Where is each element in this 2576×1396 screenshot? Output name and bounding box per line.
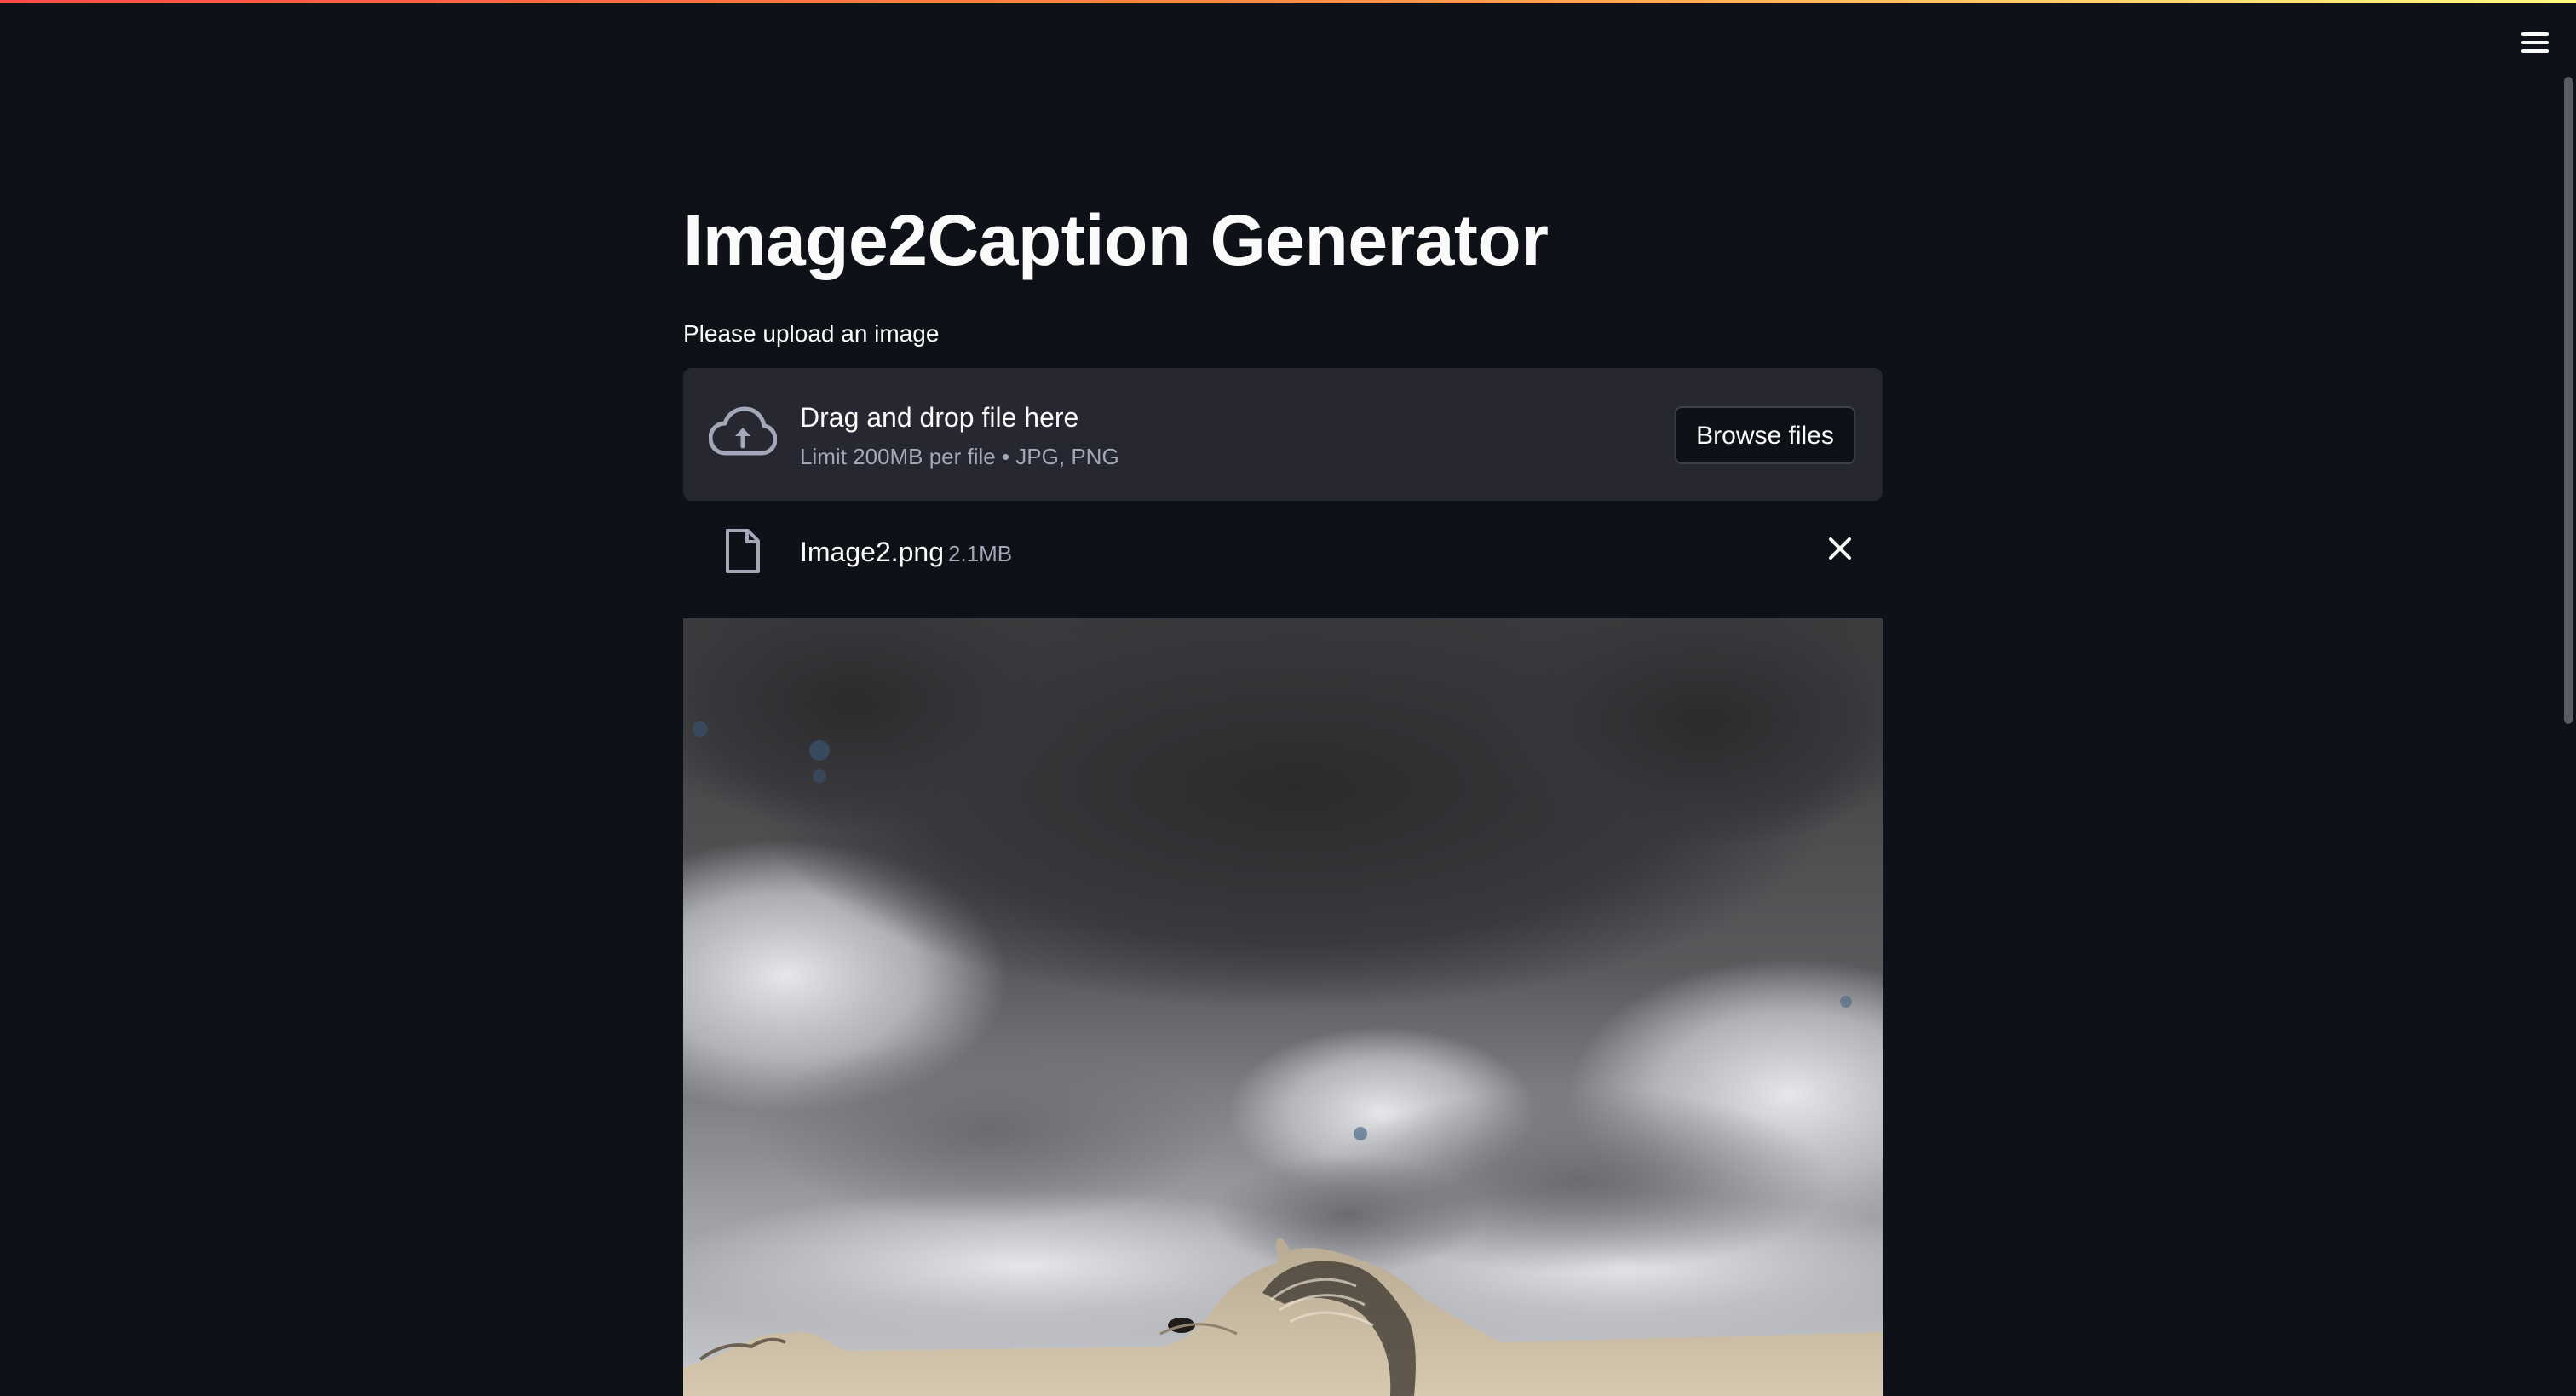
uploaded-image-preview — [683, 618, 1883, 1396]
scrollbar-thumb[interactable] — [2564, 77, 2573, 724]
uploaded-file-size: 2.1MB — [948, 541, 1013, 566]
uploaded-image — [683, 618, 1883, 1396]
dropzone-instructions: Limit 200MB per file • JPG, PNG — [800, 444, 1119, 469]
menu-line — [2521, 32, 2549, 36]
file-icon — [726, 529, 760, 573]
uploaded-file-name: Image2.png — [800, 537, 945, 567]
menu-line — [2521, 41, 2549, 44]
uploaded-file-row: Image2.png 2.1MB — [683, 511, 1883, 593]
file-dropzone[interactable]: Drag and drop file here Limit 200MB per … — [683, 368, 1883, 501]
file-uploader-label: Please upload an image — [683, 320, 940, 347]
menu-line — [2521, 49, 2549, 53]
dropzone-title: Drag and drop file here — [800, 402, 1079, 433]
hamburger-menu-icon[interactable] — [2516, 24, 2554, 61]
app-root: Image2Caption Generator Please upload an… — [0, 0, 2576, 1396]
page-title: Image2Caption Generator — [683, 200, 1549, 280]
browse-files-button[interactable]: Browse files — [1675, 406, 1855, 464]
top-decoration-bar — [0, 0, 2576, 3]
close-icon[interactable] — [1823, 531, 1857, 566]
cloud-upload-icon — [709, 406, 777, 456]
